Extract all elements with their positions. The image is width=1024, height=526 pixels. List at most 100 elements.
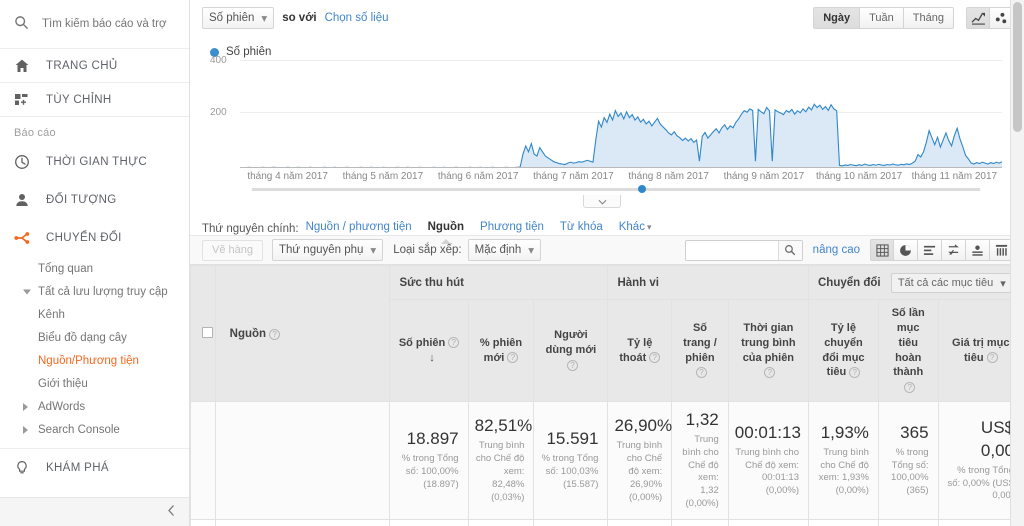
column-header-avg-session-duration[interactable]: Thời gian trung bình của phiên? xyxy=(727,298,809,403)
chevron-down-icon xyxy=(598,194,607,208)
chart-range-scroll[interactable] xyxy=(252,185,980,195)
table-search-input[interactable] xyxy=(685,244,778,256)
plot-rows-button[interactable]: Vẽ hàng xyxy=(202,239,263,261)
help-icon[interactable]: ? xyxy=(649,352,661,364)
chart-legend: Số phiên xyxy=(202,42,1002,60)
granularity-week[interactable]: Tuần xyxy=(860,7,904,29)
row-goal-completions: 60(16,44%) xyxy=(877,518,939,526)
help-icon[interactable]: ? xyxy=(448,337,460,349)
table-controls: Vẽ hàng Thứ nguyên phụ ▾ Loại sắp xếp: M… xyxy=(190,235,1024,265)
dimension-tab-medium[interactable]: Phương tiện xyxy=(480,221,544,235)
column-header-goal-completions[interactable]: Số lần mục tiêu hoàn thành? xyxy=(877,298,939,403)
summary-cell: 15.591 % trong Tổng số: 100,03% (15.587) xyxy=(533,401,609,520)
sidebar-subitem-referrals[interactable]: Giới thiệu xyxy=(0,372,189,395)
row-sessions: 8.139(43,07%) xyxy=(389,518,469,526)
column-header-pages-per-session[interactable]: Số trang / phiên? xyxy=(671,298,729,403)
sidebar-subitem-channels[interactable]: Kênh xyxy=(0,303,189,326)
metric-selector[interactable]: Số phiên ▾ xyxy=(202,7,275,29)
sidebar-subitem-adwords[interactable]: AdWords xyxy=(0,395,189,418)
comparison-view-icon[interactable] xyxy=(942,239,966,261)
help-icon[interactable]: ? xyxy=(269,328,281,340)
row-checkbox-cell[interactable] xyxy=(190,518,216,526)
column-header-goal-conversion-rate[interactable]: Tỷ lệ chuyển đổi mục tiêu? xyxy=(807,298,879,403)
analytics-report-page: TRANG CHỦ TÙY CHỈNH Báo cáo THỜI GIAN TH… xyxy=(0,0,1024,526)
table-search-button[interactable] xyxy=(777,240,802,260)
row-pages-per-session: 1,24 xyxy=(671,518,729,526)
dimension-tab-source[interactable]: Nguồn xyxy=(428,221,464,235)
pivot-view-icon[interactable] xyxy=(966,239,990,261)
search-input[interactable] xyxy=(38,18,168,30)
help-icon[interactable]: ? xyxy=(507,352,519,364)
help-icon[interactable]: ? xyxy=(986,352,998,364)
summary-subtext: Trung bình cho Chế độ xem: 1,93% (0,00%) xyxy=(818,446,869,497)
secondary-dimension-selector[interactable]: Thứ nguyên phụ ▾ xyxy=(271,239,384,261)
sidebar-subitem-overview[interactable]: Tổng quan xyxy=(0,257,189,280)
page-scrollbar[interactable] xyxy=(1010,0,1024,526)
chevron-down-icon: ▾ xyxy=(261,13,268,25)
column-header-bounce-rate-label: Tỷ lệ thoát xyxy=(619,336,653,364)
page-scrollbar-thumb[interactable] xyxy=(1013,2,1022,132)
granularity-month[interactable]: Tháng xyxy=(903,7,954,29)
x-tick-label: tháng 8 năm 2017 xyxy=(628,171,709,182)
column-header-new-users-label: Người dùng mới xyxy=(545,329,597,357)
select-all-checkbox[interactable] xyxy=(201,327,213,339)
row-source-cell: 1.adwords xyxy=(214,518,391,526)
column-header-bounce-rate[interactable]: Tỷ lệ thoát? xyxy=(607,298,673,403)
sidebar-item-customization[interactable]: TÙY CHỈNH xyxy=(0,83,189,117)
dimension-tab-keyword[interactable]: Từ khóa xyxy=(560,221,603,235)
sidebar-item-customization-label: TÙY CHỈNH xyxy=(46,93,112,106)
column-header-avg-session-duration-label: Thời gian trung bình của phiên xyxy=(741,321,796,364)
goal-selector[interactable]: Tất cả các mục tiêu ▾ xyxy=(890,273,1013,293)
primary-dimension-label: Thứ nguyên chính: xyxy=(202,223,299,235)
dimension-tab-other[interactable]: Khác ▾ xyxy=(619,221,652,235)
help-icon[interactable]: ? xyxy=(904,381,916,393)
main-content: Số phiên ▾ so với Chọn số liệu Ngày Tuần… xyxy=(190,0,1024,526)
pie-chart-view-icon[interactable] xyxy=(894,239,918,261)
column-header-new-sessions-pct[interactable]: % phiên mới? xyxy=(467,298,535,403)
sidebar-subitem-source-medium[interactable]: Nguồn/Phương tiện xyxy=(0,349,189,372)
granularity-day[interactable]: Ngày xyxy=(813,7,861,29)
advanced-filter-link[interactable]: nâng cao xyxy=(813,244,860,256)
summary-value: 365 xyxy=(900,422,929,442)
table-view-icon[interactable] xyxy=(870,239,894,261)
help-icon[interactable]: ? xyxy=(849,366,861,378)
summary-subtext: Trung bình cho Chế độ xem: 82,48% (0,03%… xyxy=(475,440,525,503)
sidebar-item-home[interactable]: TRANG CHỦ xyxy=(0,49,189,83)
sidebar-search[interactable] xyxy=(0,0,189,49)
column-header-sessions-label: Số phiên xyxy=(398,336,446,349)
select-all-cell[interactable] xyxy=(190,265,216,403)
table-search-box[interactable] xyxy=(684,239,803,261)
sidebar-collapse-button[interactable] xyxy=(0,497,189,526)
chart-collapse-button[interactable] xyxy=(583,195,621,208)
help-icon[interactable]: ? xyxy=(566,359,578,371)
sidebar-item-acquisition[interactable]: CHUYỂN ĐỔI xyxy=(0,219,189,257)
column-header-sessions[interactable]: Số phiên ? ↓ xyxy=(389,298,469,403)
search-icon xyxy=(14,15,38,33)
sidebar-subitem-all-traffic[interactable]: Tất cả lưu lượng truy cập xyxy=(0,280,189,303)
row-new-users: 6.981(44,78%) xyxy=(533,518,609,526)
sidebar-subitem-treemaps[interactable]: Biểu đồ dạng cây xyxy=(0,326,189,349)
help-icon[interactable]: ? xyxy=(764,366,776,378)
x-tick-label: tháng 5 năm 2017 xyxy=(342,171,424,182)
sidebar-subitem-referrals-label: Giới thiệu xyxy=(38,377,88,390)
chart-range-thumb[interactable] xyxy=(637,185,646,193)
chevron-right-icon xyxy=(23,402,28,411)
sessions-chart: Số phiên 400 200 tháng 4 năm 2017 tháng 5… xyxy=(190,36,1024,208)
bar-chart-view-icon[interactable] xyxy=(918,239,942,261)
group-header-conversions-label: Chuyển đổi xyxy=(817,277,881,289)
help-icon[interactable]: ? xyxy=(695,366,707,378)
dimension-tab-source-medium[interactable]: Nguồn / phương tiện xyxy=(306,221,412,235)
chart-range-track[interactable] xyxy=(252,188,980,191)
clock-icon xyxy=(14,154,38,170)
summary-value: 82,51% xyxy=(474,416,533,436)
summary-checkbox-cell xyxy=(190,401,216,520)
sidebar-item-realtime[interactable]: THỜI GIAN THỰC xyxy=(0,143,189,181)
column-header-new-users[interactable]: Người dùng mới? xyxy=(533,298,609,403)
sidebar-item-audience[interactable]: ĐỐI TƯỢNG xyxy=(0,181,189,219)
summary-cell: 26,90% Trung bình cho Chế độ xem: 26,90% … xyxy=(607,401,673,520)
line-chart-icon[interactable] xyxy=(966,7,990,29)
sort-type-selector[interactable]: Mặc định ▾ xyxy=(467,239,542,261)
select-metric-link[interactable]: Chọn số liệu xyxy=(325,12,389,24)
sidebar-subitem-search-console[interactable]: Search Console xyxy=(0,418,189,441)
sidebar-item-discover[interactable]: KHÁM PHÁ xyxy=(0,449,189,487)
